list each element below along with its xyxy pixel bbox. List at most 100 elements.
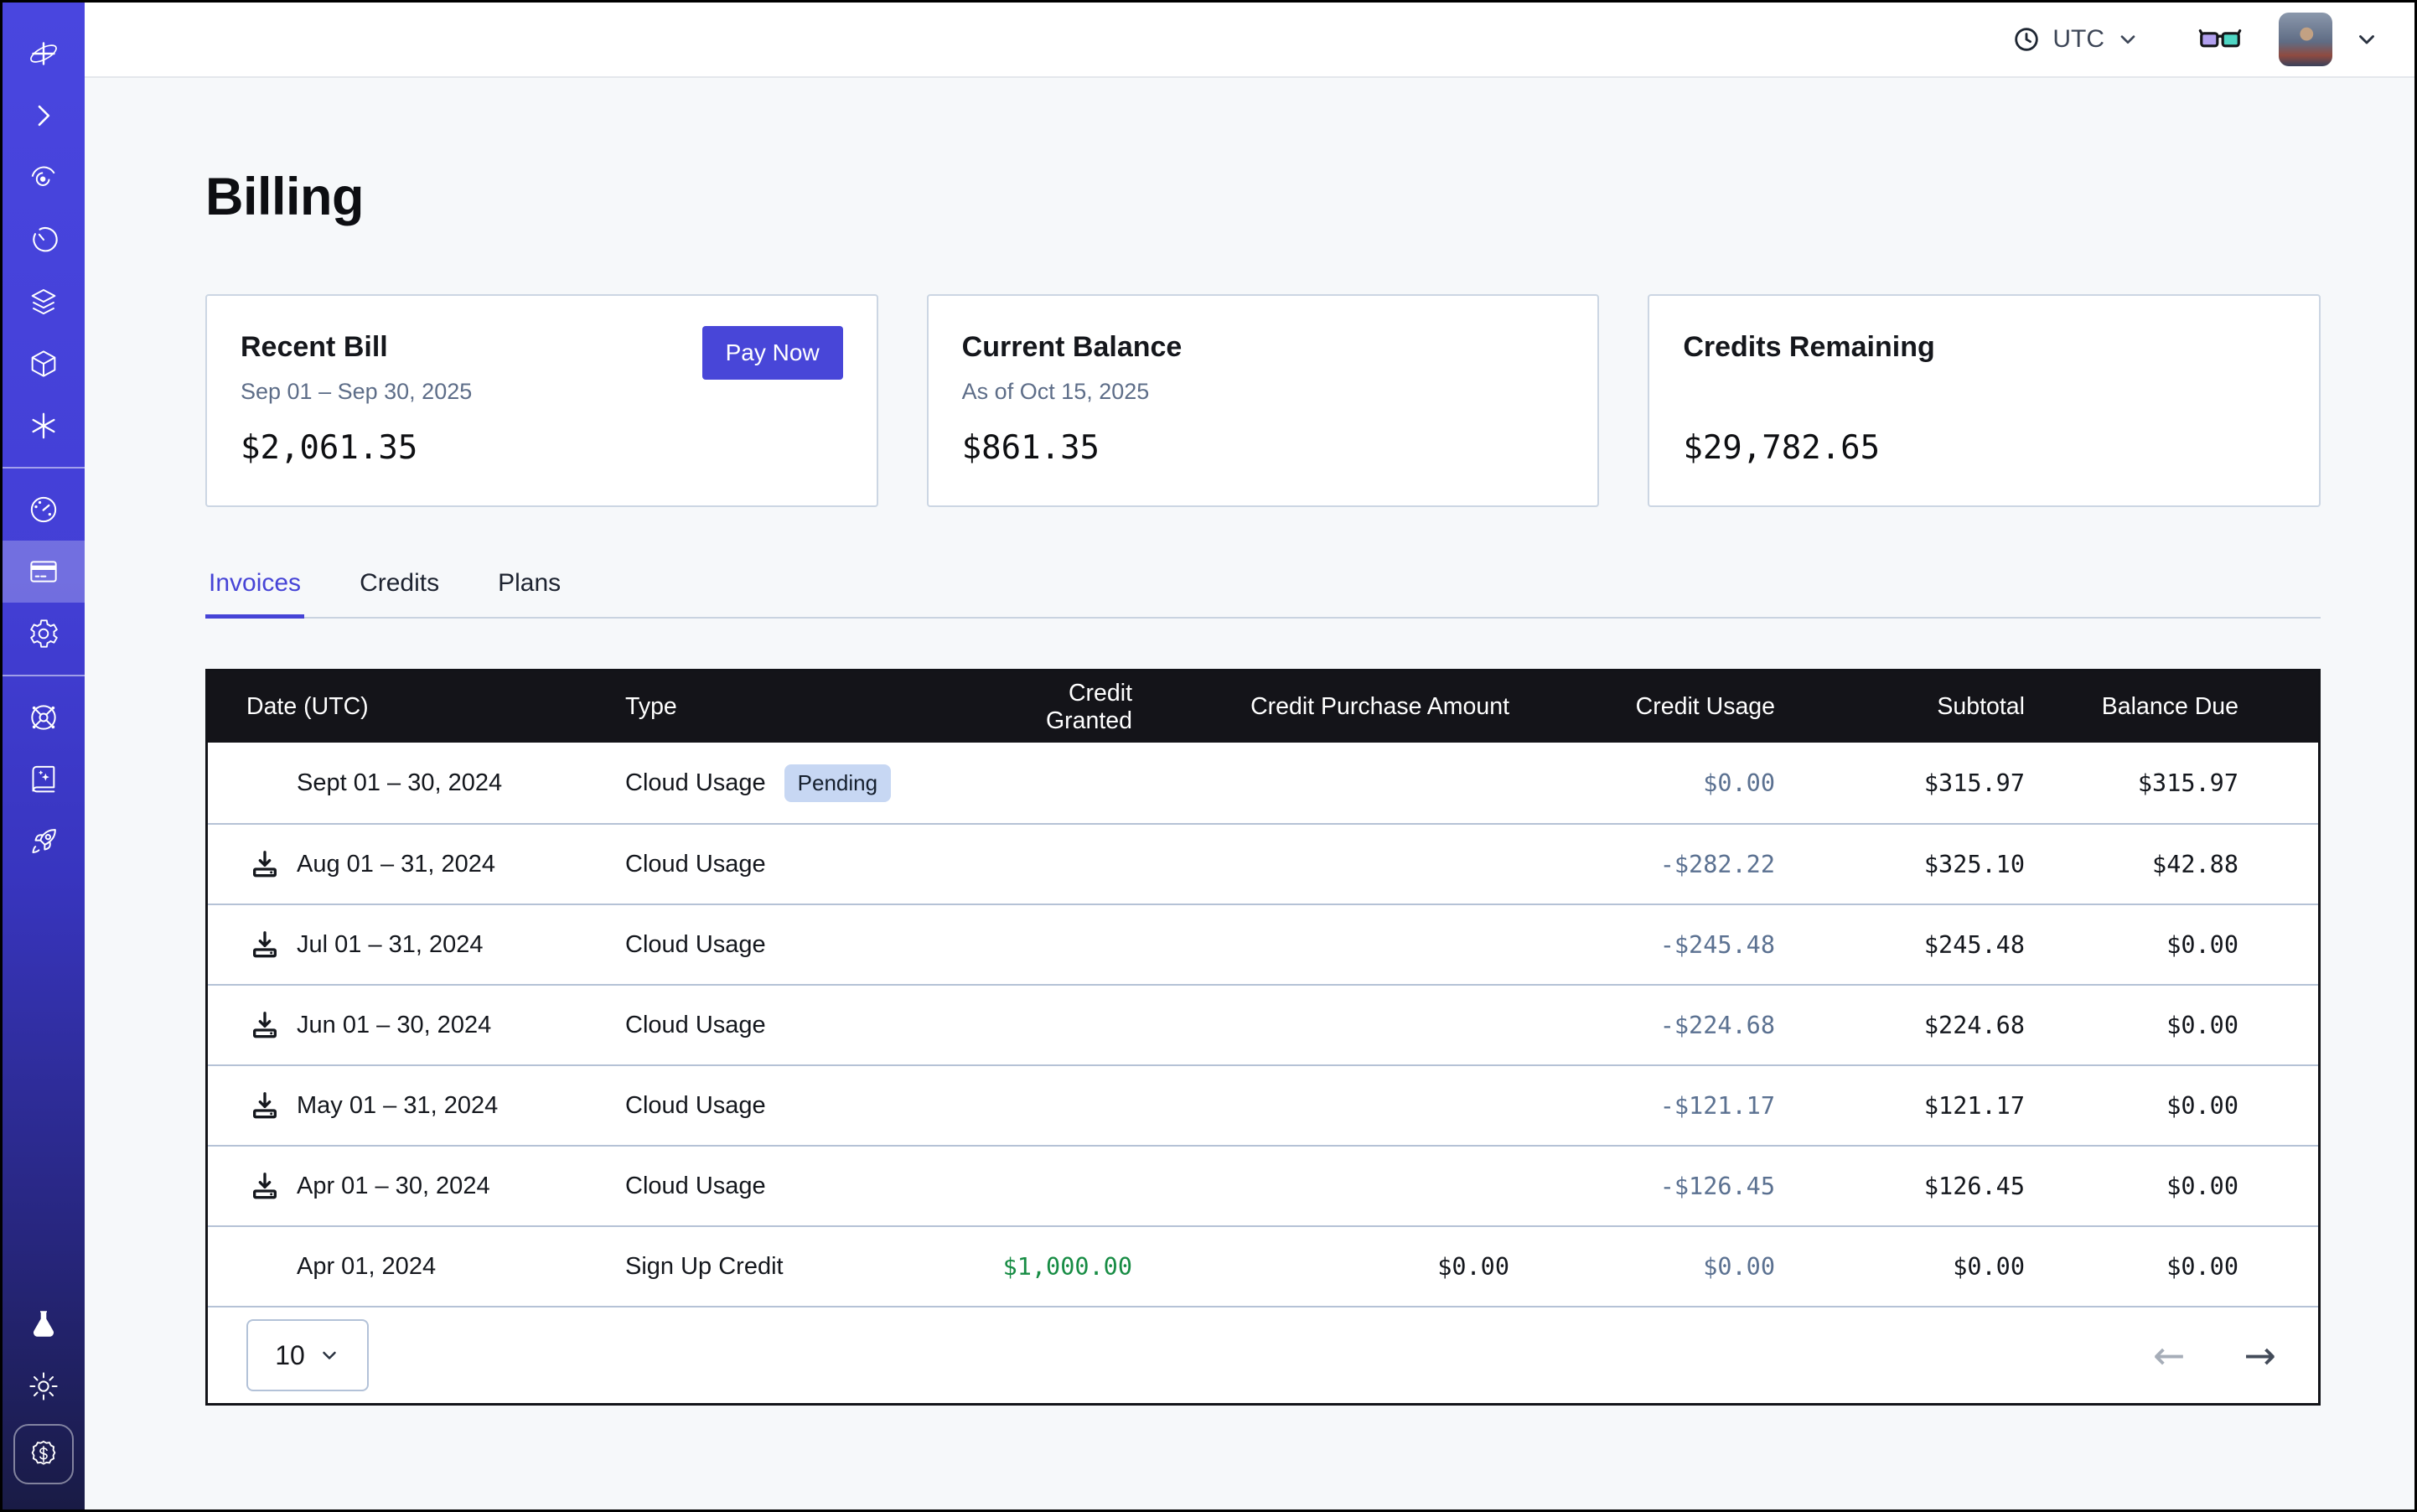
invoice-date: Aug 01 – 31, 2024 xyxy=(297,851,495,878)
sidebar-item-usage[interactable] xyxy=(3,479,85,541)
download-invoice-button[interactable] xyxy=(246,1007,283,1043)
col-credit-usage: Credit Usage xyxy=(1509,693,1775,721)
card-subtitle: As of Oct 15, 2025 xyxy=(962,379,1565,407)
table-row: Sept 01 – 30, 2024 Cloud UsagePending $0… xyxy=(208,743,2318,823)
app-logo[interactable] xyxy=(3,23,85,85)
page-size-value: 10 xyxy=(275,1340,305,1371)
credits-button[interactable] xyxy=(13,1424,74,1484)
subtotal: $325.10 xyxy=(1775,851,2025,878)
invoice-date: Jul 01 – 31, 2024 xyxy=(297,931,484,959)
recent-bill-amount: $2,061.35 xyxy=(241,429,843,467)
credit-usage: $0.00 xyxy=(1509,769,1775,797)
subtotal: $0.00 xyxy=(1775,1253,2025,1281)
invoices-table: Date (UTC) Type Credit Granted Credit Pu… xyxy=(205,669,2321,1406)
tab-credits[interactable]: Credits xyxy=(356,569,443,617)
download-invoice-button[interactable] xyxy=(246,1087,283,1124)
timer-icon xyxy=(27,223,60,256)
current-balance-amount: $861.35 xyxy=(962,429,1565,467)
timezone-selector[interactable]: UTC xyxy=(2012,25,2140,54)
col-credit-purchase-amount: Credit Purchase Amount xyxy=(1132,693,1509,721)
current-balance-card: Current Balance As of Oct 15, 2025 $861.… xyxy=(927,294,1600,507)
invoice-date: Apr 01 – 30, 2024 xyxy=(297,1173,490,1200)
download-icon xyxy=(248,847,282,881)
subtotal: $121.17 xyxy=(1775,1092,2025,1120)
compass-wheel-icon xyxy=(27,701,60,734)
credits-remaining-card: Credits Remaining $29,782.65 xyxy=(1648,294,2321,507)
invoice-type: Sign Up Credit xyxy=(625,1253,994,1281)
tab-invoices[interactable]: Invoices xyxy=(205,569,304,619)
credit-usage: $0.00 xyxy=(1509,1253,1775,1281)
balance-due: $0.00 xyxy=(2025,931,2238,959)
col-date: Date (UTC) xyxy=(246,693,625,721)
credit-usage: -$245.48 xyxy=(1509,931,1775,959)
subtotal: $245.48 xyxy=(1775,931,2025,959)
sidebar-item-billing[interactable] xyxy=(3,541,85,603)
sidebar-item-getting-started[interactable] xyxy=(3,810,85,873)
chevron-down-icon xyxy=(2116,28,2140,51)
balance-due: $0.00 xyxy=(2025,1253,2238,1281)
download-invoice-button[interactable] xyxy=(246,926,283,963)
cube-icon xyxy=(27,347,60,381)
status-badge: Pending xyxy=(784,764,891,802)
profile-menu-button[interactable] xyxy=(2354,27,2379,52)
download-slot xyxy=(246,1248,283,1285)
avatar[interactable] xyxy=(2279,13,2332,66)
billing-tabs: Invoices Credits Plans xyxy=(205,569,2321,619)
sidebar-divider xyxy=(3,675,85,676)
tab-plans[interactable]: Plans xyxy=(494,569,564,617)
page-size-select[interactable]: 10 xyxy=(246,1319,369,1391)
col-balance-due: Balance Due xyxy=(2025,693,2238,721)
invoice-date: May 01 – 31, 2024 xyxy=(297,1092,498,1120)
previous-page-button[interactable]: ← xyxy=(2153,1336,2186,1375)
orbit-logo-icon xyxy=(27,37,60,70)
col-credit-granted: Credit Granted xyxy=(994,680,1132,735)
chevron-down-icon xyxy=(2354,27,2379,52)
table-pagination: 10 ← → xyxy=(208,1306,2318,1403)
trace-eye-icon xyxy=(27,161,60,194)
credit-usage: -$126.45 xyxy=(1509,1173,1775,1200)
flask-icon xyxy=(27,1307,60,1341)
invoice-date: Apr 01, 2024 xyxy=(297,1253,436,1281)
download-slot xyxy=(246,764,283,801)
download-invoice-button[interactable] xyxy=(246,1168,283,1204)
invoice-type: Cloud Usage xyxy=(625,931,994,959)
download-icon xyxy=(248,928,282,961)
sidebar-item-functions[interactable] xyxy=(3,395,85,457)
sidebar-item-support[interactable] xyxy=(3,686,85,748)
card-subtitle: Sep 01 – Sep 30, 2025 xyxy=(241,379,843,407)
invoice-type: Cloud Usage xyxy=(625,1173,994,1200)
pay-now-button[interactable]: Pay Now xyxy=(702,326,843,380)
sun-icon xyxy=(27,1370,60,1403)
balance-due: $42.88 xyxy=(2025,851,2238,878)
subtotal: $315.97 xyxy=(1775,769,2025,797)
main-area: UTC Billing Recent Bill Sep 01 – S xyxy=(85,3,2414,1509)
table-row: May 01 – 31, 2024 Cloud Usage -$121.17 $… xyxy=(208,1064,2318,1145)
next-page-button[interactable]: → xyxy=(2244,1336,2276,1375)
docs-book-icon xyxy=(27,763,60,796)
viewer-mode-button[interactable] xyxy=(2198,23,2242,55)
sidebar-item-settings[interactable] xyxy=(3,603,85,665)
topbar: UTC xyxy=(85,3,2414,78)
sidebar-item-labs[interactable] xyxy=(3,1293,85,1355)
pagination-arrows: ← → xyxy=(2153,1336,2276,1375)
sidebar-item-history[interactable] xyxy=(3,209,85,271)
credit-usage: -$121.17 xyxy=(1509,1092,1775,1120)
gauge-icon xyxy=(27,493,60,526)
subtotal: $126.45 xyxy=(1775,1173,2025,1200)
balance-due: $0.00 xyxy=(2025,1092,2238,1120)
sidebar-item-docs[interactable] xyxy=(3,748,85,810)
timezone-label: UTC xyxy=(2052,25,2104,54)
invoice-type: Cloud Usage xyxy=(625,851,994,878)
download-invoice-button[interactable] xyxy=(246,846,283,883)
3d-glasses-icon xyxy=(2198,23,2242,55)
invoice-date: Sept 01 – 30, 2024 xyxy=(297,769,502,797)
card-title: Current Balance xyxy=(962,331,1565,364)
sidebar-item-containers[interactable] xyxy=(3,333,85,395)
theme-toggle[interactable] xyxy=(3,1355,85,1417)
card-subtitle xyxy=(1683,379,2285,407)
sidebar-expand[interactable] xyxy=(3,85,85,147)
sidebar-item-layers[interactable] xyxy=(3,271,85,333)
sidebar-item-observability[interactable] xyxy=(3,147,85,209)
col-type: Type xyxy=(625,693,994,721)
page-title: Billing xyxy=(205,167,2321,227)
